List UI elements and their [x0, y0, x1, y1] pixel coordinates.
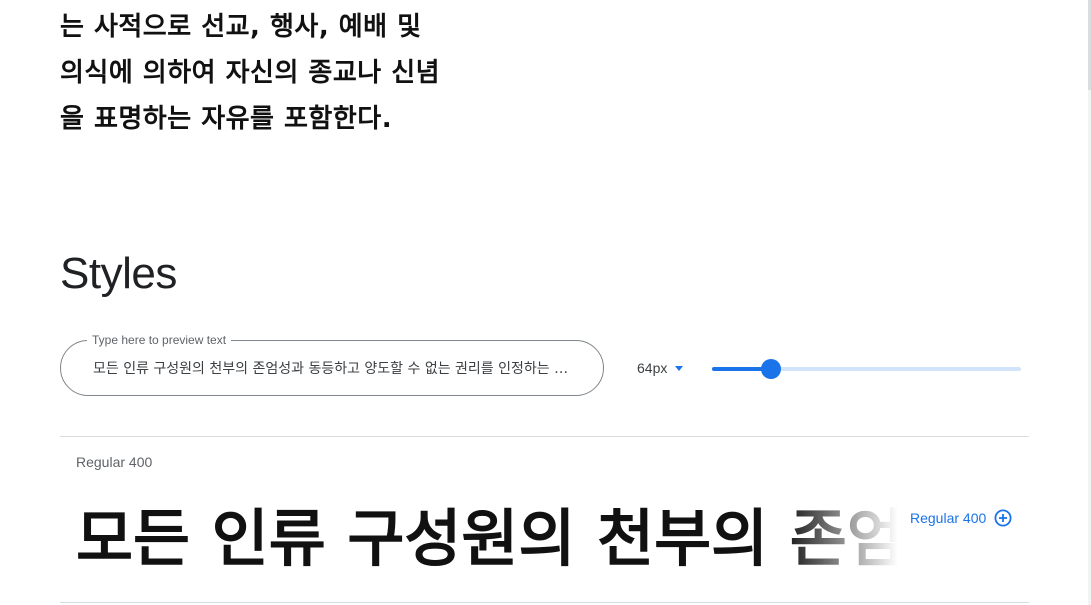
- divider: [60, 436, 1029, 437]
- font-size-slider[interactable]: [712, 358, 1021, 380]
- sample-paragraph-line: 을 표명하는 자유를 포함한다.: [60, 104, 393, 134]
- style-preview-text: 모든 인류 구성원의 천부의 존엄성과 동등하고: [76, 502, 898, 575]
- preview-text-input[interactable]: [93, 357, 573, 379]
- style-name-label: Regular 400: [76, 454, 153, 470]
- font-size-dropdown[interactable]: 64px: [637, 357, 684, 379]
- font-size-value: 64px: [637, 360, 668, 376]
- plus-circle-icon: [994, 509, 1012, 527]
- sample-paragraph-line: 는 사적으로 선교, 행사, 예배 및: [60, 12, 422, 42]
- divider: [60, 602, 1029, 603]
- dropdown-arrow-icon: [675, 365, 684, 371]
- select-style-button[interactable]: Regular 400: [910, 507, 1012, 529]
- preview-text-field[interactable]: Type here to preview text: [60, 333, 604, 396]
- font-specimen-page: 는 사적으로 선교, 행사, 예배 및 의식에 의하여 자신의 종교나 신념 을…: [0, 0, 1091, 605]
- slider-thumb[interactable]: [760, 359, 781, 379]
- preview-text-label: Type here to preview text: [87, 333, 232, 347]
- styles-heading: Styles: [60, 249, 177, 298]
- select-style-label: Regular 400: [910, 510, 987, 526]
- sample-paragraph: 는 사적으로 선교, 행사, 예배 및 의식에 의하여 자신의 종교나 신념 을…: [60, 4, 530, 142]
- sample-paragraph-line: 의식에 의하여 자신의 종교나 신념: [60, 58, 441, 88]
